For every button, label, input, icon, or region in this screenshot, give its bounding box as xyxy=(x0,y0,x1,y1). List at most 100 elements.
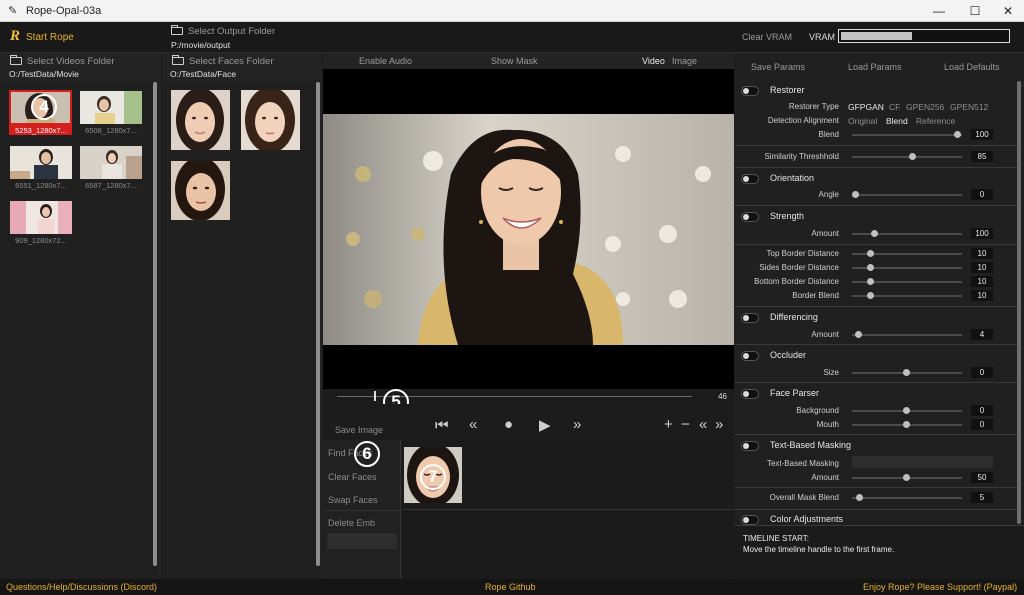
show-mask-toggle[interactable]: Show Mask xyxy=(491,56,538,66)
detection-alignment-option[interactable]: Original xyxy=(848,116,877,126)
skip-to-start-icon[interactable]: ⏮ xyxy=(435,417,449,434)
restorer-type-option[interactable]: GPEN256 xyxy=(906,102,944,112)
video-thumbnail[interactable] xyxy=(80,91,142,124)
angle-slider[interactable] xyxy=(852,191,962,198)
slider-knob[interactable] xyxy=(871,230,878,237)
slider-knob[interactable] xyxy=(903,474,910,481)
mouth-value[interactable]: 0 xyxy=(971,419,993,430)
videos-scrollbar[interactable] xyxy=(153,82,157,566)
clear-vram-button[interactable]: Clear VRAM xyxy=(742,32,792,42)
video-viewer[interactable] xyxy=(323,69,734,389)
maximize-button[interactable]: ☐ xyxy=(957,0,993,22)
params-scrollbar[interactable] xyxy=(1017,81,1021,524)
differencing-toggle[interactable] xyxy=(741,313,759,323)
slider-knob[interactable] xyxy=(903,421,910,428)
color-adjust-toggle[interactable] xyxy=(741,515,759,525)
start-rope-button[interactable]: R Start Rope xyxy=(10,28,74,45)
faces-scrollbar[interactable] xyxy=(316,82,320,566)
slider-knob[interactable] xyxy=(852,191,859,198)
slider-knob[interactable] xyxy=(867,250,874,257)
paypal-link[interactable]: Enjoy Rope? Please Support! (Paypal) xyxy=(863,582,1017,592)
background-value[interactable]: 0 xyxy=(971,405,993,416)
face-thumbnail[interactable] xyxy=(171,90,230,150)
github-link[interactable]: Rope Github xyxy=(485,582,536,592)
video-thumbnail[interactable] xyxy=(10,146,72,179)
video-thumbnail[interactable] xyxy=(10,201,72,234)
text-mask-slider[interactable] xyxy=(852,474,962,481)
fast-forward-icon[interactable]: » xyxy=(573,416,581,433)
select-output-folder-button[interactable]: Select Output Folder xyxy=(171,25,275,37)
slider-knob[interactable] xyxy=(856,494,863,501)
tab-image[interactable]: Image xyxy=(672,56,697,66)
enable-audio-toggle[interactable]: Enable Audio xyxy=(359,56,412,66)
mouth-slider[interactable] xyxy=(852,421,962,428)
rewind-icon[interactable]: « xyxy=(469,416,477,433)
text-mask-toggle[interactable] xyxy=(741,441,759,451)
similarity-slider[interactable] xyxy=(852,153,962,160)
top-border-value[interactable]: 10 xyxy=(971,248,993,259)
restorer-type-option[interactable]: GPEN512 xyxy=(950,102,988,112)
restorer-type-option[interactable]: CF xyxy=(889,102,900,112)
occluder-toggle[interactable] xyxy=(741,351,759,361)
occluder-value[interactable]: 0 xyxy=(971,367,993,378)
strength-slider[interactable] xyxy=(852,230,962,237)
restorer-type-option[interactable]: GFPGAN xyxy=(848,102,884,112)
top-border-slider[interactable] xyxy=(852,250,962,257)
sides-border-slider[interactable] xyxy=(852,264,962,271)
sides-border-value[interactable]: 10 xyxy=(971,262,993,273)
slider-knob[interactable] xyxy=(867,292,874,299)
background-slider[interactable] xyxy=(852,407,962,414)
text-mask-input[interactable] xyxy=(852,456,993,468)
differencing-slider[interactable] xyxy=(852,331,962,338)
save-params-button[interactable]: Save Params xyxy=(751,62,805,72)
add-marker-icon[interactable]: + xyxy=(664,416,673,433)
minimize-button[interactable]: — xyxy=(921,0,957,22)
swap-faces-button[interactable]: Swap Faces xyxy=(328,495,378,505)
occluder-slider[interactable] xyxy=(852,369,962,376)
face-thumbnail[interactable] xyxy=(171,161,230,220)
timeline-handle[interactable] xyxy=(374,391,376,401)
similarity-value[interactable]: 85 xyxy=(971,151,993,162)
clear-faces-button[interactable]: Clear Faces xyxy=(328,472,377,482)
border-blend-slider[interactable] xyxy=(852,292,962,299)
face-parser-toggle[interactable] xyxy=(741,389,759,399)
save-image-button[interactable]: Save Image xyxy=(335,425,383,435)
slider-knob[interactable] xyxy=(909,153,916,160)
bottom-border-slider[interactable] xyxy=(852,278,962,285)
text-mask-value[interactable]: 50 xyxy=(971,472,993,483)
strength-toggle[interactable] xyxy=(741,212,759,222)
slider-knob[interactable] xyxy=(867,264,874,271)
slider-knob[interactable] xyxy=(903,369,910,376)
load-defaults-button[interactable]: Load Defaults xyxy=(944,62,1000,72)
slider-knob[interactable] xyxy=(903,407,910,414)
record-icon[interactable]: ● xyxy=(504,416,513,433)
delete-emb-button[interactable]: Delete Emb xyxy=(328,518,375,528)
video-thumbnail[interactable] xyxy=(80,146,142,179)
border-blend-value[interactable]: 10 xyxy=(971,290,993,301)
angle-value[interactable]: 0 xyxy=(971,189,993,200)
blend-slider[interactable] xyxy=(852,131,962,138)
overall-mask-blend-slider[interactable] xyxy=(852,494,962,501)
tab-video[interactable]: Video xyxy=(642,56,665,66)
slider-knob[interactable] xyxy=(954,131,961,138)
bottom-border-value[interactable]: 10 xyxy=(971,276,993,287)
close-button[interactable]: ✕ xyxy=(990,0,1024,22)
play-icon[interactable]: ▶ xyxy=(539,416,551,434)
previous-marker-icon[interactable]: « xyxy=(699,416,707,433)
load-params-button[interactable]: Load Params xyxy=(848,62,902,72)
remove-marker-icon[interactable]: − xyxy=(681,416,690,433)
differencing-value[interactable]: 4 xyxy=(971,329,993,340)
select-faces-folder-button[interactable]: Select Faces Folder xyxy=(172,55,273,67)
detection-alignment-option[interactable]: Blend xyxy=(886,116,908,126)
overall-mask-blend-value[interactable]: 5 xyxy=(971,492,993,503)
face-thumbnail[interactable] xyxy=(241,90,300,150)
select-videos-folder-button[interactable]: Select Videos Folder xyxy=(10,55,115,67)
discord-link[interactable]: Questions/Help/Discussions (Discord) xyxy=(6,582,157,592)
detection-alignment-option[interactable]: Reference xyxy=(916,116,955,126)
strength-value[interactable]: 100 xyxy=(971,228,993,239)
restorer-toggle[interactable] xyxy=(741,86,759,96)
orientation-toggle[interactable] xyxy=(741,174,759,184)
embedding-name-field[interactable] xyxy=(327,533,397,549)
blend-value[interactable]: 100 xyxy=(971,129,993,140)
slider-knob[interactable] xyxy=(855,331,862,338)
